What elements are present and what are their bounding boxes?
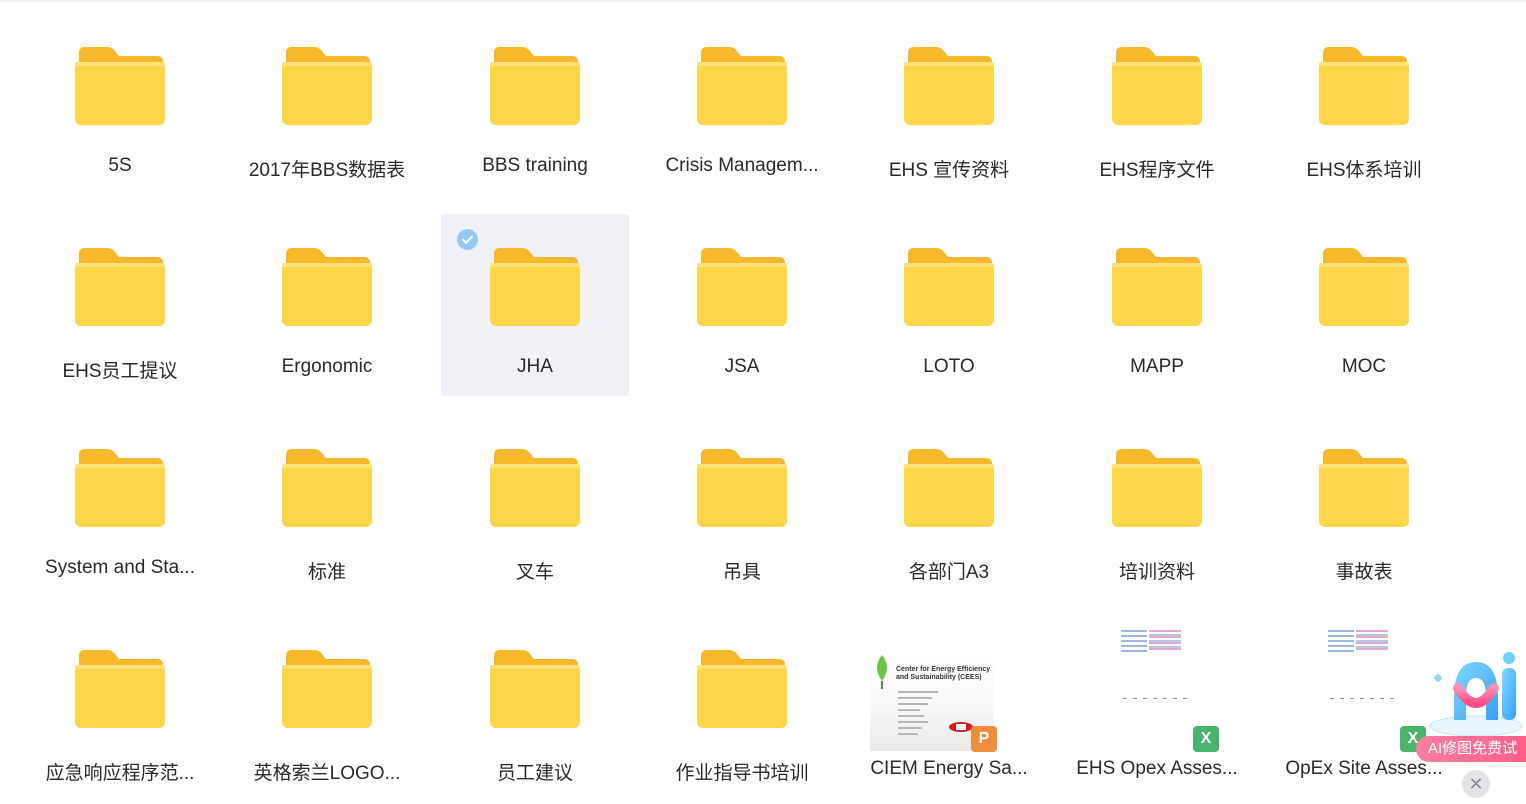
item-name: 各部门A3 <box>908 562 990 583</box>
folder-item[interactable]: 员工建议 <box>441 616 629 798</box>
item-name: LOTO <box>923 356 975 377</box>
folder-item[interactable]: 培训资料 <box>1063 415 1251 597</box>
folder-icon <box>490 650 580 728</box>
excel-file-icon: X <box>1193 726 1219 752</box>
folder-item[interactable]: 5S <box>26 13 214 195</box>
item-name: JHA <box>517 356 553 377</box>
close-promo-button[interactable]: ✕ <box>1462 770 1490 798</box>
item-name: MOC <box>1341 356 1387 377</box>
item-name: EHS员工提议 <box>62 361 178 382</box>
folder-icon <box>75 650 165 728</box>
item-name: 英格索兰LOGO... <box>253 763 401 784</box>
folder-icon <box>697 650 787 728</box>
item-name: MAPP <box>1130 356 1184 377</box>
item-name: BBS training <box>482 155 588 176</box>
folder-icon <box>282 47 372 125</box>
item-name: Ergonomic <box>281 356 373 377</box>
folder-icon <box>1112 248 1202 326</box>
folder-icon <box>697 248 787 326</box>
folder-item[interactable]: EHS程序文件 <box>1063 13 1251 195</box>
folder-icon <box>1319 248 1409 326</box>
item-name: 吊具 <box>722 562 761 583</box>
folder-item[interactable]: JSA <box>648 214 836 396</box>
folder-item[interactable]: MOC <box>1270 214 1458 396</box>
leaf-icon <box>877 655 887 689</box>
xls-thumbnail <box>1310 616 1400 716</box>
folder-icon <box>490 248 580 326</box>
item-name: EHS程序文件 <box>1099 160 1215 181</box>
folder-item[interactable]: 作业指导书培训 <box>648 616 836 798</box>
item-name: 作业指导书培训 <box>675 763 809 784</box>
item-name: EHS 宣传资料 <box>888 160 1010 181</box>
folder-icon <box>1112 47 1202 125</box>
folder-item[interactable]: 事故表 <box>1270 415 1458 597</box>
file-item[interactable]: Center for Energy Efficiency and Sustain… <box>855 616 1043 798</box>
folder-icon <box>1112 449 1202 527</box>
folder-item[interactable]: Ergonomic <box>233 214 421 396</box>
item-name: EHS Opex Asses... <box>1076 758 1238 779</box>
item-name: CIEM Energy Sa... <box>870 758 1028 779</box>
folder-icon <box>282 650 372 728</box>
item-name: 2017年BBS数据表 <box>248 160 406 181</box>
folder-item[interactable]: BBS training <box>441 13 629 195</box>
ai-promo-widget[interactable]: AI修图免费试 ✕ <box>1406 648 1526 798</box>
folder-icon <box>490 449 580 527</box>
folder-icon <box>697 449 787 527</box>
folder-item[interactable]: 英格索兰LOGO... <box>233 616 421 798</box>
folder-icon <box>1319 449 1409 527</box>
file-item[interactable]: X EHS Opex Asses... <box>1063 616 1251 798</box>
item-name: 标准 <box>307 562 346 583</box>
check-circle-icon[interactable] <box>457 229 478 250</box>
ai-promo-banner[interactable]: AI修图免费试 <box>1416 736 1526 762</box>
folder-icon <box>904 47 994 125</box>
folder-item[interactable]: 标准 <box>233 415 421 597</box>
folder-icon <box>904 449 994 527</box>
folder-icon <box>75 248 165 326</box>
folder-icon <box>75 47 165 125</box>
folder-item[interactable]: MAPP <box>1063 214 1251 396</box>
item-name: 事故表 <box>1335 562 1393 583</box>
folder-item[interactable]: Crisis Managem... <box>648 13 836 195</box>
ppt-file-icon: P <box>971 726 997 752</box>
item-name: 应急响应程序范... <box>45 763 195 784</box>
xls-thumbnail <box>1103 616 1193 716</box>
folder-icon <box>904 248 994 326</box>
item-name: 5S <box>108 155 132 176</box>
item-name: System and Sta... <box>45 557 195 578</box>
folder-item[interactable]: LOTO <box>855 214 1043 396</box>
folder-item[interactable]: 吊具 <box>648 415 836 597</box>
folder-item[interactable]: JHA <box>441 214 629 396</box>
ppt-title: Center for Energy Efficiency and Sustain… <box>896 666 991 681</box>
folder-item[interactable]: EHS员工提议 <box>26 214 214 396</box>
folder-item[interactable]: 2017年BBS数据表 <box>233 13 421 195</box>
folder-item[interactable]: System and Sta... <box>26 415 214 597</box>
folder-icon <box>697 47 787 125</box>
item-name: EHS体系培训 <box>1306 160 1422 181</box>
folder-item[interactable]: 叉车 <box>441 415 629 597</box>
folder-icon <box>75 449 165 527</box>
folder-item[interactable]: EHS体系培训 <box>1270 13 1458 195</box>
folder-icon <box>490 47 580 125</box>
item-name: JSA <box>724 356 760 377</box>
folder-item[interactable]: 各部门A3 <box>855 415 1043 597</box>
item-name: 叉车 <box>515 562 554 583</box>
folder-icon <box>282 449 372 527</box>
folder-item[interactable]: 应急响应程序范... <box>26 616 214 798</box>
ai-mascot-icon <box>1429 652 1523 737</box>
item-name: 员工建议 <box>496 763 573 784</box>
file-grid: 5S 2017年BBS数据表 BBS training Crisis Manag… <box>0 0 1526 804</box>
folder-item[interactable]: EHS 宣传资料 <box>855 13 1043 195</box>
folder-icon <box>282 248 372 326</box>
item-name: 培训资料 <box>1118 562 1195 583</box>
folder-icon <box>1319 47 1409 125</box>
item-name: Crisis Managem... <box>665 155 819 176</box>
